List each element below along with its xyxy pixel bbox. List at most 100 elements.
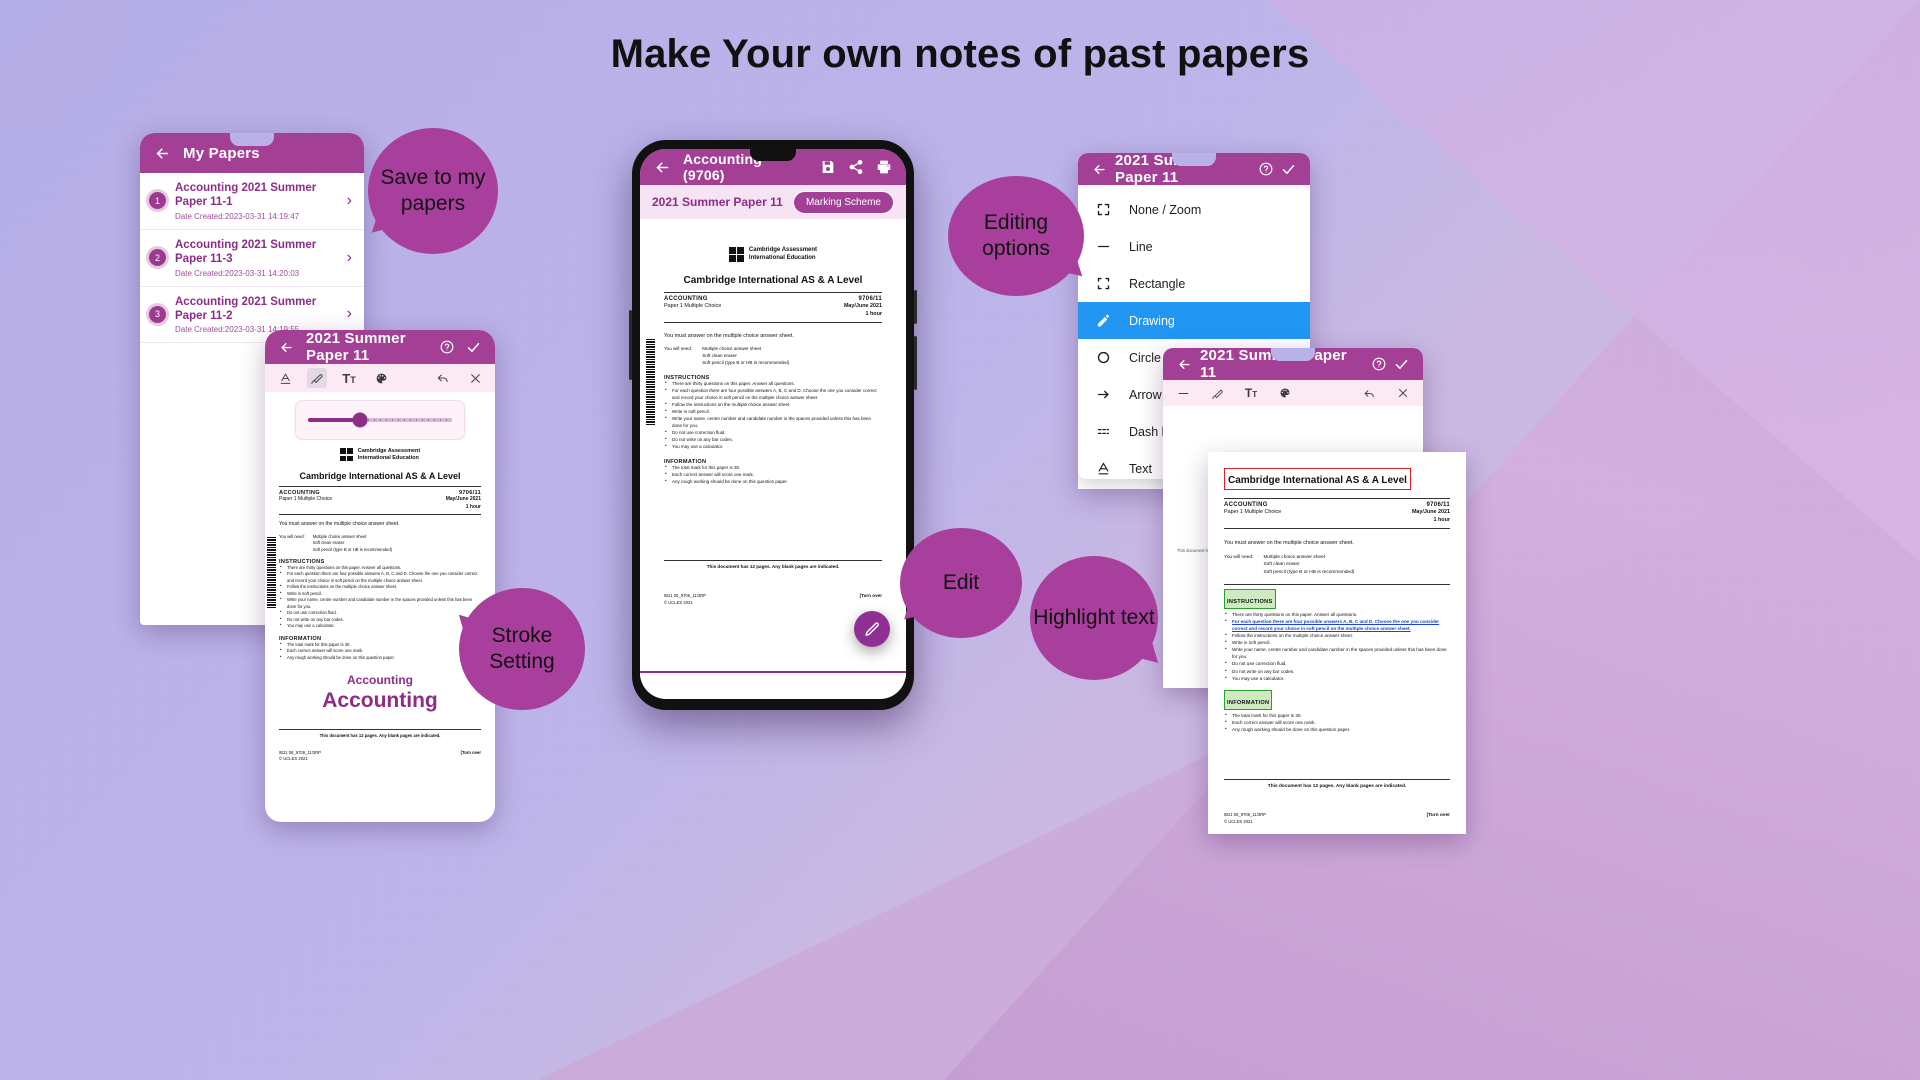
chevron-right-icon[interactable]: › bbox=[347, 249, 354, 267]
slider-thumb[interactable] bbox=[352, 412, 368, 428]
item-title: Accounting 2021 Summer Paper 11-3 bbox=[175, 238, 317, 266]
palette-icon[interactable] bbox=[371, 368, 391, 388]
help-circle-icon[interactable] bbox=[440, 340, 454, 354]
need-item: Soft clean eraser bbox=[702, 353, 737, 359]
text-underline-icon bbox=[1095, 461, 1112, 476]
callout-edit: Edit bbox=[900, 528, 1022, 638]
help-circle-icon[interactable] bbox=[1372, 357, 1386, 371]
highlight-appbar: 2021 Summer Paper 11 bbox=[1163, 348, 1423, 381]
close-icon[interactable] bbox=[465, 368, 485, 388]
callout-editing-options: Editing options bbox=[948, 176, 1084, 296]
instruction-item: Write your name, centre number and candi… bbox=[664, 415, 882, 430]
instruction-item: Write your name, centre number and candi… bbox=[279, 596, 481, 610]
marking-scheme-button[interactable]: Marking Scheme bbox=[792, 190, 894, 214]
phone-power-button[interactable] bbox=[914, 290, 917, 324]
highlight-toolbar: TT bbox=[1163, 380, 1423, 406]
close-icon[interactable] bbox=[1393, 383, 1413, 403]
document-paper: Paper 1 Multiple Choice bbox=[664, 303, 722, 309]
chevron-right-icon[interactable]: › bbox=[347, 305, 354, 323]
menu-item-label: Line bbox=[1129, 239, 1153, 254]
callout-label: Editing options bbox=[982, 210, 1050, 260]
fullscreen-icon bbox=[1095, 202, 1112, 217]
check-icon[interactable] bbox=[1394, 357, 1409, 372]
undo-icon[interactable] bbox=[1359, 383, 1379, 403]
menu-appbar: 2021 Summer Paper 11 bbox=[1078, 153, 1310, 186]
instruction-item: You may use a calculator. bbox=[1224, 674, 1450, 682]
arrow-left-icon[interactable] bbox=[154, 145, 171, 162]
slider-track[interactable] bbox=[308, 412, 452, 428]
line-icon bbox=[1095, 239, 1112, 254]
document-answer-note: You must answer on the multiple choice a… bbox=[279, 521, 400, 528]
phone-notch bbox=[1172, 153, 1216, 166]
print-icon[interactable] bbox=[876, 159, 892, 175]
edit-fab-button[interactable] bbox=[854, 611, 890, 647]
list-item[interactable]: 1 Accounting 2021 Summer Paper 11-1 Date… bbox=[140, 173, 364, 230]
check-icon[interactable] bbox=[466, 340, 481, 355]
phone-volume-button[interactable] bbox=[629, 310, 632, 380]
menu-item-label: Arrow bbox=[1129, 387, 1162, 402]
org-line-1: Cambridge Assessment bbox=[748, 247, 818, 253]
document-footer-note: This document has 12 pages. Any blank pa… bbox=[706, 564, 840, 570]
menu-item-none-zoom[interactable]: None / Zoom bbox=[1078, 191, 1310, 228]
information-item: Any rough working should be done on this… bbox=[279, 654, 481, 662]
barcode-icon bbox=[646, 339, 655, 425]
highlight-box-instructions: INSTRUCTIONS bbox=[1224, 588, 1276, 609]
phone-volume-button[interactable] bbox=[914, 336, 917, 390]
document-need-label: You will need: bbox=[1224, 555, 1254, 561]
callout-highlight-text: Highlight text bbox=[1030, 556, 1159, 680]
menu-item-line[interactable]: Line bbox=[1078, 228, 1310, 265]
cambridge-logo-block: Cambridge Assessment International Educa… bbox=[664, 247, 882, 262]
org-line-1: Cambridge Assessment bbox=[357, 448, 421, 454]
footer-code-2: © UCLES 2021 bbox=[279, 755, 308, 761]
instruction-item: Write your name, centre number and candi… bbox=[1224, 645, 1450, 660]
save-icon[interactable] bbox=[820, 159, 836, 175]
menu-item-label: Text bbox=[1129, 461, 1152, 476]
need-item: Soft pencil (type B or HB is recommended… bbox=[702, 359, 790, 365]
menu-item-drawing[interactable]: Drawing bbox=[1078, 302, 1310, 339]
information-item: The total mark for this paper is 30. bbox=[1224, 711, 1450, 719]
font-size-icon[interactable]: TT bbox=[1241, 383, 1261, 403]
brush-icon[interactable] bbox=[307, 368, 327, 388]
information-title: INFORMATION bbox=[1227, 699, 1270, 706]
arrow-left-icon[interactable] bbox=[1092, 162, 1107, 177]
check-icon[interactable] bbox=[1281, 162, 1296, 177]
undo-icon[interactable] bbox=[433, 368, 453, 388]
instruction-item: There are thirty questions on this paper… bbox=[664, 380, 882, 388]
divider bbox=[279, 485, 481, 487]
help-circle-icon[interactable] bbox=[1259, 162, 1273, 176]
text-underline-icon[interactable] bbox=[275, 368, 295, 388]
footer-code-1: IB21 06_9706_11/3RP bbox=[1224, 812, 1267, 818]
instruction-item: There are thirty questions on this paper… bbox=[1224, 610, 1450, 618]
item-title: Accounting 2021 Summer Paper 11-2 bbox=[175, 295, 317, 322]
line-icon[interactable] bbox=[1173, 383, 1193, 403]
item-date: Date Created:2023-03-31 14:20:03 bbox=[175, 268, 300, 278]
brush-icon[interactable] bbox=[1207, 383, 1227, 403]
stroke-width-slider[interactable] bbox=[295, 400, 465, 440]
callout-label: Save to my papers bbox=[380, 165, 486, 215]
chevron-right-icon[interactable]: › bbox=[347, 192, 354, 210]
callout-label: Edit bbox=[942, 570, 980, 594]
information-item: Any rough working should be done on this… bbox=[664, 478, 882, 486]
menu-item-rectangle[interactable]: Rectangle bbox=[1078, 265, 1310, 302]
divider bbox=[279, 514, 481, 516]
arrow-left-icon[interactable] bbox=[279, 340, 294, 355]
phone-notch bbox=[1271, 348, 1315, 361]
list-item[interactable]: 2 Accounting 2021 Summer Paper 11-3 Date… bbox=[140, 230, 364, 287]
cambridge-logo-icon bbox=[728, 247, 744, 262]
information-item: Each correct answer will score one mark. bbox=[1224, 718, 1450, 726]
arrow-left-icon[interactable] bbox=[1177, 357, 1192, 372]
font-size-icon[interactable]: TT bbox=[339, 368, 359, 388]
item-number: 1 bbox=[149, 192, 166, 210]
circle-icon bbox=[1095, 350, 1112, 365]
information-item: Each correct answer will score one mark. bbox=[664, 471, 882, 479]
document-paper: Paper 1 Multiple Choice bbox=[279, 495, 333, 502]
palette-icon[interactable] bbox=[1275, 383, 1295, 403]
menu-item-label: Circle bbox=[1129, 350, 1161, 365]
footer-code-2: © UCLES 2021 bbox=[1224, 818, 1253, 824]
arrow-left-icon[interactable] bbox=[654, 159, 671, 176]
share-icon[interactable] bbox=[848, 159, 864, 175]
callout-stroke-setting: Stroke Setting bbox=[458, 588, 585, 710]
pencil-icon bbox=[864, 621, 881, 638]
document-paper: Paper 1 Multiple Choice bbox=[1224, 509, 1282, 515]
menu-item-label: Drawing bbox=[1129, 313, 1175, 328]
